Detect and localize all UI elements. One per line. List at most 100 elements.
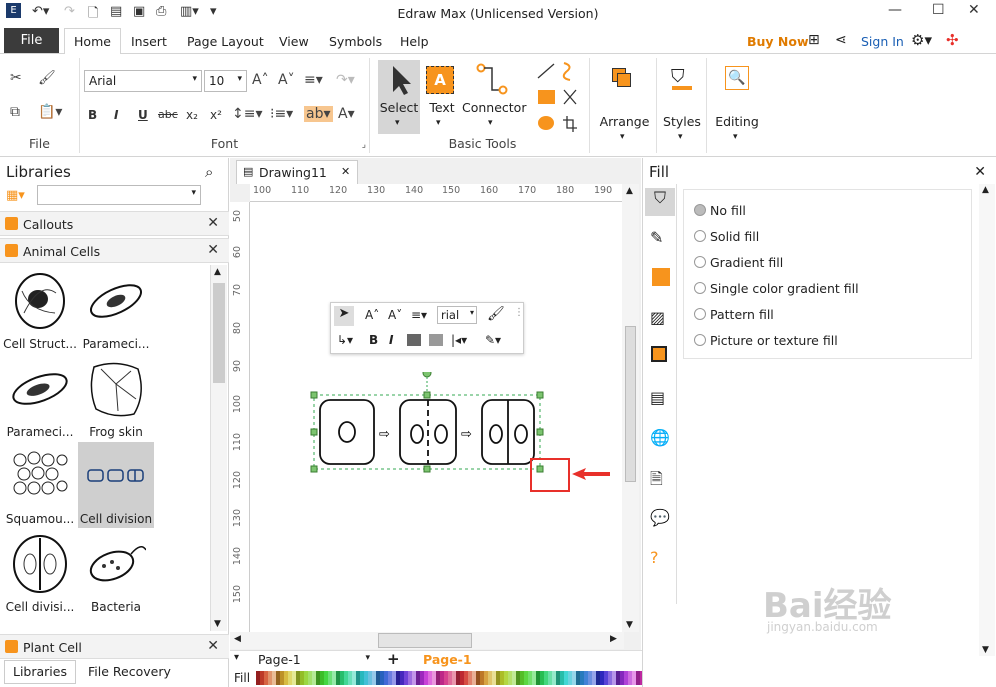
image-tab-icon[interactable]: ▨ [650, 308, 672, 330]
line-spacing-icon[interactable]: ↕≡▾ [232, 106, 263, 122]
shape-paramecium-2[interactable]: Parameci... [2, 355, 78, 441]
radio-solid-fill[interactable] [694, 230, 706, 242]
radio-picture-fill[interactable] [694, 334, 706, 346]
hyperlink-tab-icon[interactable]: 🌐 [650, 428, 672, 450]
fill-tab-icon[interactable]: ⛉ [645, 188, 675, 216]
tab-file[interactable]: File [4, 28, 59, 53]
styles-group[interactable]: ⛉ Styles ▾ [657, 58, 707, 153]
highlight-icon[interactable]: ab▾ [304, 106, 333, 122]
format-painter-icon[interactable]: 🖌 [487, 306, 505, 322]
drawing-canvas[interactable]: ➤ A˄ A˅ ≡▾ rial ▾ 🖌 ⋮ ↳▾ B I |◂▾ ✎▾ ⇨ ⇨ [250, 202, 622, 632]
shape-tools[interactable] [534, 60, 594, 135]
layers-tab-icon[interactable] [651, 346, 667, 362]
close-icon[interactable]: ✕ [341, 165, 350, 178]
edit-shape-icon[interactable]: ✎▾ [485, 333, 501, 347]
sign-in-link[interactable]: Sign In [861, 34, 904, 49]
scroll-up-icon[interactable]: ▲ [982, 185, 989, 195]
radio-single-color-gradient-fill[interactable] [694, 282, 706, 294]
page-select[interactable]: Page-1 ▾ [256, 651, 374, 669]
bring-front-icon[interactable] [407, 334, 421, 346]
library-search-input[interactable]: ▾ [37, 185, 201, 205]
grow-font-icon[interactable]: A˄ [252, 72, 269, 88]
shape-cell-division-selected[interactable]: Cell division [78, 442, 154, 528]
format-painter-icon[interactable]: 🖌 [38, 70, 56, 86]
cart-icon[interactable]: ⊞ [808, 32, 820, 48]
align-icon[interactable]: ≡▾ [411, 308, 427, 322]
select-tool-button[interactable]: Select ▾ [378, 60, 420, 134]
rotate-handle[interactable] [422, 372, 432, 378]
option-picture-fill[interactable]: Picture or texture fill [710, 333, 838, 348]
tab-home[interactable]: Home [64, 28, 121, 55]
shrink-font-icon[interactable]: A˅ [278, 72, 295, 88]
paste-icon[interactable]: 📋▾ [38, 104, 62, 120]
text-tool-button[interactable]: A Text ▾ [424, 60, 460, 134]
shape-squamous[interactable]: Squamou... [2, 442, 78, 528]
scroll-thumb[interactable] [625, 326, 636, 482]
editing-group[interactable]: 🔍 Editing ▾ [707, 58, 767, 153]
library-section-animal-cells[interactable]: Animal Cells ✕ [0, 238, 229, 263]
library-scrollbar[interactable]: ▲ ▼ [210, 265, 227, 631]
cell-division-shape[interactable]: ⇨ ⇨ [310, 372, 550, 482]
canvas-h-scrollbar[interactable]: ◀ ▶ [230, 632, 624, 649]
option-no-fill[interactable]: No fill [710, 203, 746, 218]
attachment-tab-icon[interactable]: 🗎 [650, 468, 672, 490]
shape-frog-skin[interactable]: Frog skin [78, 355, 154, 441]
scroll-down-icon[interactable]: ▼ [626, 620, 633, 630]
search-icon[interactable]: ⌕ [205, 163, 213, 181]
canvas-v-scrollbar[interactable]: ▲ ▼ [622, 184, 639, 632]
minimize-icon[interactable]: — [888, 2, 902, 18]
page-tab-icon[interactable]: ▤ [650, 388, 672, 410]
close-icon[interactable]: ✕ [207, 215, 219, 231]
option-solid-fill[interactable]: Solid fill [710, 229, 759, 244]
scroll-left-icon[interactable]: ◀ [234, 634, 241, 644]
floating-font-select[interactable]: rial ▾ [437, 306, 477, 324]
tab-help[interactable]: Help [400, 34, 429, 49]
radio-pattern-fill[interactable] [694, 308, 706, 320]
line-tab-icon[interactable]: ✎ [650, 228, 672, 250]
send-back-icon[interactable] [429, 334, 443, 346]
select-arrow-icon[interactable]: ➤ [334, 306, 354, 326]
scroll-down-icon[interactable]: ▼ [982, 645, 989, 655]
shrink-font-icon[interactable]: A˅ [388, 308, 402, 322]
option-single-color-gradient-fill[interactable]: Single color gradient fill [710, 281, 859, 296]
shadow-tab-icon[interactable] [652, 268, 670, 286]
font-size-select[interactable]: 10 ▾ [204, 70, 247, 92]
app-switch-icon[interactable]: ✣ [946, 31, 959, 49]
text-direction-icon[interactable]: ↷▾ [336, 72, 355, 88]
italic-icon[interactable]: I [389, 333, 393, 347]
tab-insert[interactable]: Insert [131, 34, 167, 49]
radio-no-fill[interactable] [694, 204, 706, 216]
tab-page-layout[interactable]: Page Layout [187, 34, 264, 49]
align-icon[interactable]: ≡▾ [304, 72, 323, 88]
shape-cell-structure[interactable]: Cell Struct... [2, 267, 78, 353]
arrange-group[interactable]: Arrange ▾ [592, 58, 657, 153]
close-icon[interactable]: ✕ [207, 638, 219, 654]
tab-libraries[interactable]: Libraries [4, 660, 76, 684]
maximize-icon[interactable]: ☐ [932, 2, 945, 18]
close-window-icon[interactable]: ✕ [968, 2, 980, 18]
grow-font-icon[interactable]: A˄ [365, 308, 379, 322]
close-icon[interactable]: ✕ [974, 164, 986, 180]
option-gradient-fill[interactable]: Gradient fill [710, 255, 783, 270]
font-color-icon[interactable]: A▾ [338, 106, 355, 122]
close-icon[interactable]: ✕ [207, 242, 219, 258]
page-list-icon[interactable]: ▾ [234, 652, 239, 663]
bold-icon[interactable]: B [88, 108, 97, 122]
library-section-plant-cell[interactable]: Plant Cell ✕ [0, 634, 229, 659]
scroll-up-icon[interactable]: ▲ [626, 186, 633, 196]
library-section-callouts[interactable]: Callouts ✕ [0, 211, 229, 236]
shape-cell-division-2[interactable]: Cell divisi... [2, 530, 78, 616]
shape-bacteria[interactable]: Bacteria [78, 530, 154, 616]
page-tab[interactable]: Page-1 [423, 652, 472, 667]
shape-paramecium-1[interactable]: Parameci... [78, 267, 154, 353]
connector-style-icon[interactable]: ↳▾ [337, 333, 353, 347]
cut-icon[interactable]: ✂ [10, 70, 22, 86]
settings-gear-icon[interactable]: ⚙▾ [911, 31, 932, 49]
bold-icon[interactable]: B [369, 333, 378, 347]
tab-symbols[interactable]: Symbols [329, 34, 382, 49]
font-dialog-launcher-icon[interactable]: ⌟ [362, 140, 366, 150]
option-pattern-fill[interactable]: Pattern fill [710, 307, 774, 322]
scroll-thumb[interactable] [378, 633, 472, 648]
distribute-icon[interactable]: |◂▾ [451, 333, 467, 347]
italic-icon[interactable]: I [114, 108, 118, 122]
